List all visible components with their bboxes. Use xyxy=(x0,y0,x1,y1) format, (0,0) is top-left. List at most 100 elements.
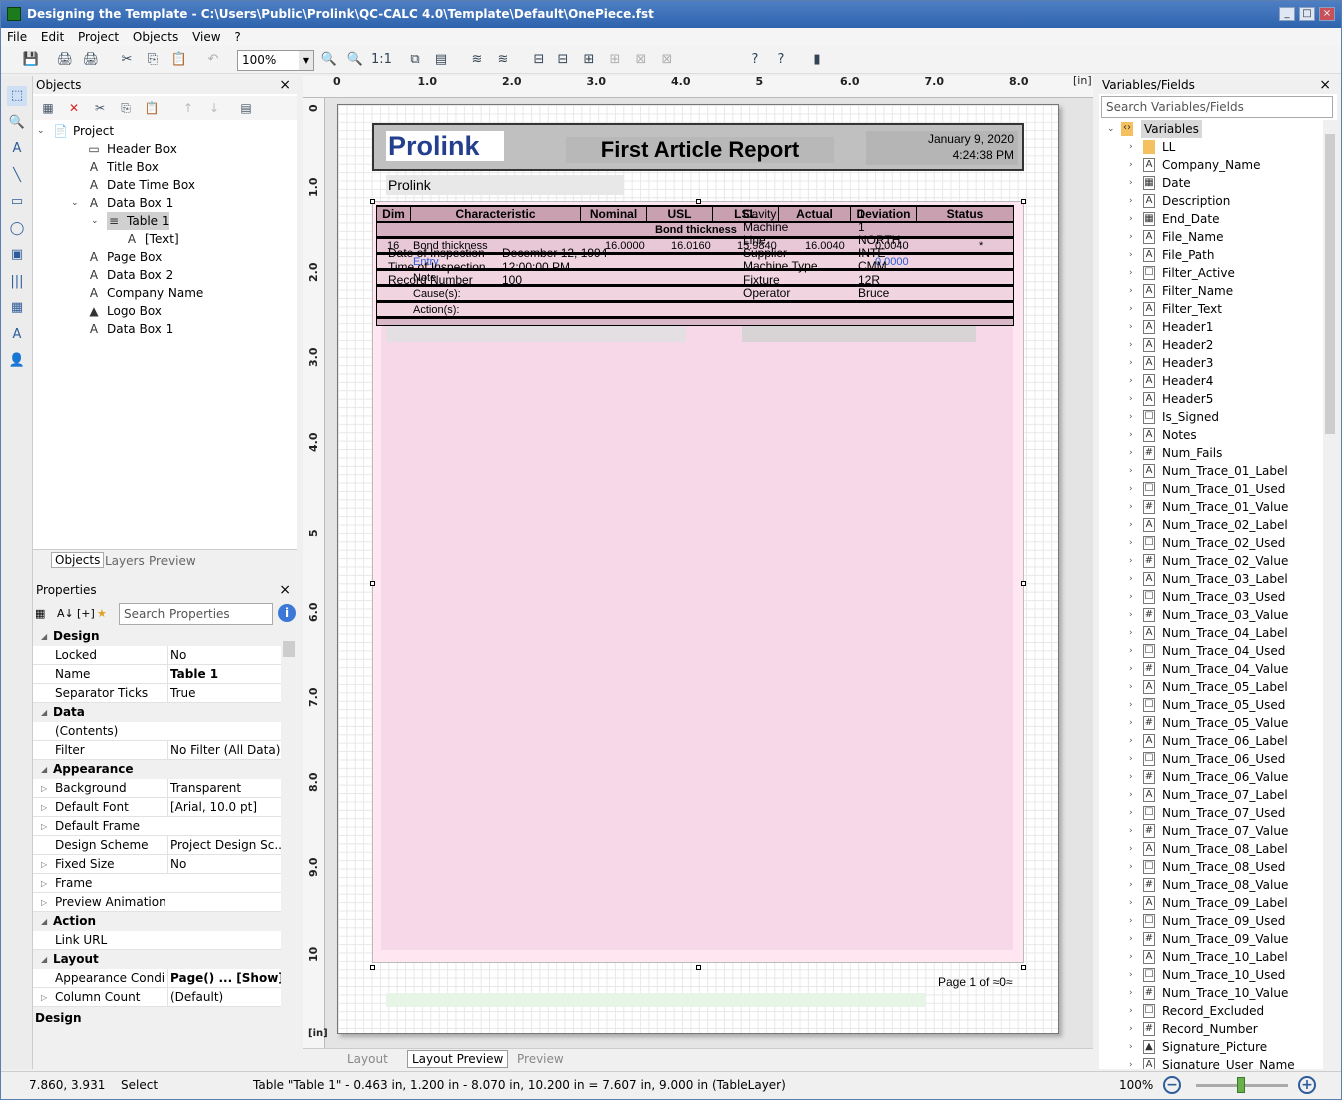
variable-item[interactable]: › A Signature_User_Name xyxy=(1099,1056,1323,1069)
expand-toggle-icon[interactable]: › xyxy=(1129,642,1133,660)
variable-item[interactable]: › A Notes xyxy=(1099,426,1323,444)
objects-tool-3[interactable]: ✂ xyxy=(91,99,109,117)
toolbar-button-9[interactable]: 🔍 xyxy=(345,50,365,70)
title-box[interactable]: First Article Report xyxy=(566,137,834,163)
property-row[interactable]: ▷ Default Frame xyxy=(33,817,281,836)
expand-toggle-icon[interactable]: ▷ xyxy=(41,893,47,912)
title-bar[interactable]: Designing the Template - C:\Users\Public… xyxy=(1,1,1341,28)
zoom-select[interactable]: 100% ▼ xyxy=(237,50,314,71)
property-row[interactable]: Filter No Filter (All Data) xyxy=(33,741,281,760)
variable-item[interactable]: › A Company_Name xyxy=(1099,156,1323,174)
expand-toggle-icon[interactable]: › xyxy=(1129,1056,1133,1069)
tree-item[interactable]: 📄 Project xyxy=(53,122,114,140)
company-name-box[interactable]: Prolink xyxy=(386,175,624,195)
variable-item[interactable]: › ☐ Is_Signed xyxy=(1099,408,1323,426)
expand-toggle-icon[interactable]: › xyxy=(1129,1020,1133,1038)
toolbar-button-1[interactable]: 💾 xyxy=(21,50,41,70)
property-value[interactable]: No Filter (All Data) xyxy=(167,741,281,760)
selection-handle[interactable] xyxy=(696,965,701,970)
selection-handle[interactable] xyxy=(1021,581,1026,586)
expand-toggle-icon[interactable]: ▷ xyxy=(41,988,47,1007)
design-area[interactable]: [in] 0 1.0 2.0 3.0 4.0 5 6.0 7.0 8.0 [in] 0 1.0 2.… xyxy=(303,76,1093,1048)
property-row[interactable]: ▷ Frame xyxy=(33,874,281,893)
property-value[interactable]: [Arial, 10.0 pt] xyxy=(167,798,281,817)
tab-layers[interactable]: Layers xyxy=(105,554,145,568)
variable-item[interactable]: › A Num_Trace_01_Label xyxy=(1099,462,1323,480)
expand-toggle-icon[interactable]: › xyxy=(1129,804,1133,822)
toolbar-button-4[interactable]: ✂ xyxy=(117,50,137,70)
toolbar-button-19[interactable]: ⊠ xyxy=(631,50,651,70)
menu-objects[interactable]: Objects xyxy=(129,28,182,46)
tool-3-icon[interactable]: A xyxy=(7,139,27,159)
properties-tool-4[interactable]: ★ xyxy=(97,607,107,620)
variable-item[interactable]: › A Header4 xyxy=(1099,372,1323,390)
expand-toggle-icon[interactable]: ◢ xyxy=(41,760,47,779)
expand-toggle-icon[interactable]: › xyxy=(1129,750,1133,768)
variable-item[interactable]: › A Num_Trace_02_Label xyxy=(1099,516,1323,534)
toolbar-button-11[interactable]: ⧉ xyxy=(405,50,425,70)
expand-toggle-icon[interactable]: › xyxy=(1129,660,1133,678)
header-box[interactable]: Prolink First Article Report January 9, … xyxy=(372,123,1024,171)
variable-item[interactable]: › ☐ Num_Trace_02_Used xyxy=(1099,534,1323,552)
property-category[interactable]: ◢ Action xyxy=(33,912,281,931)
properties-tool-1[interactable]: ▦ xyxy=(35,607,45,620)
property-row[interactable]: Design Scheme Project Design Sc... xyxy=(33,836,281,855)
close-button[interactable]: × xyxy=(1319,7,1335,21)
expand-toggle-icon[interactable]: ◢ xyxy=(41,627,47,646)
properties-scrollbar[interactable] xyxy=(283,627,295,1007)
property-category[interactable]: ◢ Design xyxy=(33,627,281,646)
expand-toggle-icon[interactable]: › xyxy=(1129,282,1133,300)
variable-item[interactable]: › ☐ Num_Trace_06_Used xyxy=(1099,750,1323,768)
tab-objects[interactable]: Objects xyxy=(51,552,105,568)
property-category[interactable]: ◢ Data xyxy=(33,703,281,722)
property-row[interactable]: Name Table 1 xyxy=(33,665,281,684)
expand-toggle-icon[interactable]: ⌄ xyxy=(71,194,81,212)
expand-toggle-icon[interactable]: ⌄ xyxy=(37,122,47,140)
expand-toggle-icon[interactable]: ▷ xyxy=(41,855,47,874)
property-row[interactable]: Link URL xyxy=(33,931,281,950)
menu-edit[interactable]: Edit xyxy=(37,28,68,46)
property-row[interactable]: ▷ Background Transparent xyxy=(33,779,281,798)
toolbar-button-20[interactable]: ⊠ xyxy=(657,50,677,70)
expand-toggle-icon[interactable]: › xyxy=(1129,984,1133,1002)
expand-toggle-icon[interactable]: › xyxy=(1129,516,1133,534)
properties-tool-2[interactable]: A↓ xyxy=(57,607,74,620)
property-row[interactable]: ▷ Preview Animation xyxy=(33,893,281,912)
minimize-button[interactable]: _ xyxy=(1279,7,1295,21)
toolbar-button-2[interactable]: 🖨 xyxy=(55,50,75,70)
close-icon[interactable]: × xyxy=(1319,77,1331,93)
toolbar-button-13[interactable]: ≋ xyxy=(467,50,487,70)
expand-toggle-icon[interactable]: › xyxy=(1129,156,1133,174)
objects-tool-6[interactable]: ↑ xyxy=(179,99,197,117)
toolbar-button-22[interactable]: ? xyxy=(771,50,791,70)
tree-item[interactable]: A Data Box 1 xyxy=(87,320,173,338)
toolbar-button-14[interactable]: ≋ xyxy=(493,50,513,70)
tree-item[interactable]: A Date Time Box xyxy=(87,176,195,194)
expand-toggle-icon[interactable]: › xyxy=(1129,570,1133,588)
expand-toggle-icon[interactable]: › xyxy=(1129,318,1133,336)
toolbar-button-8[interactable]: 🔍 xyxy=(319,50,339,70)
expand-toggle-icon[interactable]: ◢ xyxy=(41,950,47,969)
tool-7-icon[interactable]: ▣ xyxy=(7,245,27,265)
page-box[interactable]: Page 1 of ≈0≈ xyxy=(938,975,1013,989)
variables-scrollbar[interactable] xyxy=(1323,120,1337,1069)
variable-item[interactable]: › A Num_Trace_04_Label xyxy=(1099,624,1323,642)
variable-item[interactable]: › A Num_Trace_08_Label xyxy=(1099,840,1323,858)
toolbar-button-7[interactable]: ↶ xyxy=(203,50,223,70)
selection-handle[interactable] xyxy=(696,199,701,204)
expand-toggle-icon[interactable]: ⌄ xyxy=(91,212,101,230)
menu-project[interactable]: Project xyxy=(74,28,123,46)
expand-toggle-icon[interactable]: › xyxy=(1129,714,1133,732)
zoom-out-icon[interactable]: − xyxy=(1163,1076,1181,1094)
expand-toggle-icon[interactable]: ▷ xyxy=(41,874,47,893)
objects-tool-5[interactable]: 📋 xyxy=(143,99,161,117)
tab-layout-preview[interactable]: Layout Preview xyxy=(407,1050,509,1068)
objects-tool-8[interactable]: ▤ xyxy=(237,99,255,117)
objects-tool-2[interactable]: ✕ xyxy=(65,99,83,117)
variable-item[interactable]: › ☐ Filter_Active xyxy=(1099,264,1323,282)
menu-help[interactable]: ? xyxy=(230,28,244,46)
variable-item[interactable]: › ▦ Date xyxy=(1099,174,1323,192)
property-value[interactable]: True xyxy=(167,684,281,703)
variable-item[interactable]: › # Num_Fails xyxy=(1099,444,1323,462)
tab-preview[interactable]: Preview xyxy=(149,554,196,568)
